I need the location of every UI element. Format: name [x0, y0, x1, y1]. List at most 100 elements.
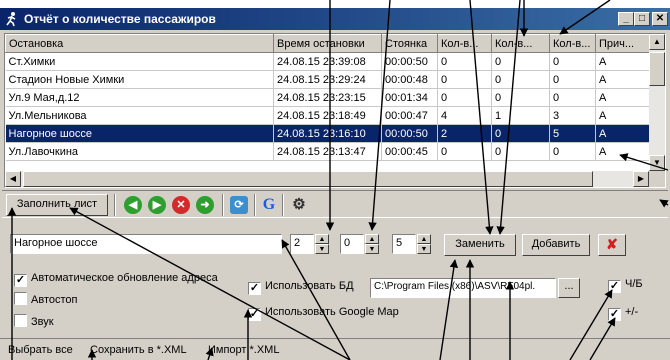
- checkbox-box[interactable]: ✓: [248, 308, 261, 321]
- spin-stepper-2[interactable]: ▲ ▼: [365, 234, 379, 254]
- column-header[interactable]: Время остановки: [273, 34, 382, 53]
- column-header[interactable]: Стоянка: [381, 34, 438, 53]
- table-row[interactable]: Ст.Химки 24.08.15 23:39:08 00:00:50 0 0 …: [5, 52, 652, 71]
- replace-button[interactable]: Заменить: [444, 234, 516, 256]
- chevron-up-icon[interactable]: ▲: [315, 234, 329, 244]
- horizontal-scroll-thumb[interactable]: [23, 171, 593, 187]
- auto-update-checkbox[interactable]: ✓ Автоматическое обновление адреса: [14, 272, 218, 287]
- spin-stepper-3[interactable]: ▲ ▼: [417, 234, 431, 254]
- maximize-button[interactable]: □: [634, 12, 650, 26]
- table-cell: 00:00:50: [381, 124, 438, 143]
- table-row[interactable]: Ул.Мельникова 24.08.15 23:18:49 00:00:47…: [5, 106, 652, 125]
- refresh-icon[interactable]: ⟳: [230, 196, 248, 214]
- table-row[interactable]: Ул.Лавочкина 24.08.15 23:13:47 00:00:45 …: [5, 142, 652, 161]
- table-cell: 4: [437, 106, 492, 125]
- vertical-scrollbar[interactable]: ▲ ▼: [649, 34, 665, 171]
- close-button[interactable]: ✕: [652, 12, 668, 26]
- fill-sheet-button[interactable]: Заполнить лист: [6, 194, 108, 216]
- table-cell: A: [595, 106, 652, 125]
- table-cell: 24.08.15 23:23:15: [273, 88, 382, 107]
- scroll-left-icon[interactable]: ◀: [5, 171, 21, 187]
- table-cell: 0: [549, 52, 596, 71]
- db-path-input[interactable]: C:\Program Files (x86)\ASV\RF04pl.: [370, 278, 556, 298]
- toolbar-separator: [222, 194, 224, 216]
- table-cell: 3: [549, 106, 596, 125]
- plus-minus-checkbox[interactable]: ✓ +/-: [608, 306, 638, 321]
- back-arrow-icon[interactable]: ◀: [124, 196, 142, 214]
- top-strip: [0, 0, 670, 8]
- table-cell: 0: [549, 142, 596, 161]
- table-cell: 5: [549, 124, 596, 143]
- table-cell: 24.08.15 23:29:24: [273, 70, 382, 89]
- column-header[interactable]: Кол-в...: [549, 34, 596, 53]
- google-icon[interactable]: G: [260, 196, 278, 214]
- passenger-grid[interactable]: Остановка Время остановки Стоянка Кол-в.…: [4, 33, 666, 188]
- table-cell: A: [595, 142, 652, 161]
- scroll-right-icon[interactable]: ▶: [633, 171, 649, 187]
- stop-icon[interactable]: ✕: [172, 196, 190, 214]
- use-google-map-checkbox[interactable]: ✓ Использовать Google Map: [248, 306, 399, 321]
- add-button[interactable]: Добавить: [522, 234, 590, 256]
- spin-value-2[interactable]: 0: [340, 234, 364, 254]
- spin-value-1[interactable]: 2: [290, 234, 314, 254]
- checkbox-label: +/-: [625, 306, 639, 318]
- column-header[interactable]: Кол-в...: [437, 34, 492, 53]
- passenger-table: Остановка Время остановки Стоянка Кол-в.…: [5, 34, 652, 161]
- autostop-checkbox[interactable]: Автостоп: [14, 292, 77, 306]
- table-cell: Ст.Химки: [5, 52, 274, 71]
- checkbox-box[interactable]: ✓: [248, 282, 261, 295]
- checkbox-box[interactable]: [14, 292, 27, 305]
- table-cell: 0: [491, 142, 550, 161]
- bw-checkbox[interactable]: ✓ Ч/Б: [608, 278, 643, 293]
- toolbar-separator: [114, 194, 116, 216]
- spin-value-3[interactable]: 5: [392, 234, 416, 254]
- chevron-up-icon[interactable]: ▲: [417, 234, 431, 244]
- chevron-down-icon[interactable]: ▼: [365, 244, 379, 254]
- table-cell: Нагорное шоссе: [5, 124, 274, 143]
- chevron-down-icon[interactable]: ▼: [315, 244, 329, 254]
- checkbox-label: Автоматическое обновление адреса: [31, 272, 218, 284]
- scroll-up-icon[interactable]: ▲: [649, 34, 665, 50]
- table-cell: Ул.Мельникова: [5, 106, 274, 125]
- play-icon[interactable]: ▶: [148, 196, 166, 214]
- stop-name-input[interactable]: Нагорное шоссе: [10, 234, 282, 254]
- delete-icon[interactable]: ✘: [598, 234, 626, 256]
- import-xml-link[interactable]: Импорт *.XML: [208, 344, 279, 356]
- sound-checkbox[interactable]: Звук: [14, 314, 54, 328]
- table-cell: 00:00:45: [381, 142, 438, 161]
- chevron-up-icon[interactable]: ▲: [365, 234, 379, 244]
- title-bar[interactable]: Отчёт о количестве пассажиров _ □ ✕: [0, 8, 670, 30]
- forward-arrow-icon[interactable]: ➜: [196, 196, 214, 214]
- browse-button[interactable]: ...: [558, 278, 580, 298]
- table-cell: 0: [491, 52, 550, 71]
- spin-stepper-1[interactable]: ▲ ▼: [315, 234, 329, 254]
- column-header[interactable]: Остановка: [5, 34, 274, 53]
- table-cell: 00:00:50: [381, 52, 438, 71]
- report-window: Отчёт о количестве пассажиров _ □ ✕ Оста…: [0, 8, 670, 360]
- checkbox-box[interactable]: ✓: [14, 274, 27, 287]
- table-cell: 0: [491, 70, 550, 89]
- column-header[interactable]: Кол-в...: [491, 34, 550, 53]
- checkbox-label: Использовать Google Map: [265, 306, 399, 318]
- select-all-link[interactable]: Выбрать все: [8, 344, 73, 356]
- save-xml-link[interactable]: Сохранить в *.XML: [90, 344, 187, 356]
- vertical-scroll-thumb[interactable]: [649, 52, 665, 86]
- toolbar-separator: [254, 194, 256, 216]
- minimize-button[interactable]: _: [618, 12, 634, 26]
- selected-table-row[interactable]: Нагорное шоссе 24.08.15 23:16:10 00:00:5…: [5, 124, 652, 143]
- table-cell: 0: [437, 142, 492, 161]
- table-cell: Стадион Новые Химки: [5, 70, 274, 89]
- gear-icon[interactable]: ⚙: [290, 196, 308, 214]
- checkbox-box[interactable]: ✓: [608, 308, 621, 321]
- table-row[interactable]: Ул.9 Мая,д.12 24.08.15 23:23:15 00:01:34…: [5, 88, 652, 107]
- table-cell: 24.08.15 23:16:10: [273, 124, 382, 143]
- column-header[interactable]: Прич...: [595, 34, 652, 53]
- horizontal-scrollbar[interactable]: ◀ ▶: [5, 171, 649, 187]
- checkbox-box[interactable]: ✓: [608, 280, 621, 293]
- scroll-down-icon[interactable]: ▼: [649, 155, 665, 171]
- chevron-down-icon[interactable]: ▼: [417, 244, 431, 254]
- table-cell: 00:00:47: [381, 106, 438, 125]
- checkbox-box[interactable]: [14, 314, 27, 327]
- table-row[interactable]: Стадион Новые Химки 24.08.15 23:29:24 00…: [5, 70, 652, 89]
- use-db-checkbox[interactable]: ✓ Использовать БД: [248, 280, 354, 295]
